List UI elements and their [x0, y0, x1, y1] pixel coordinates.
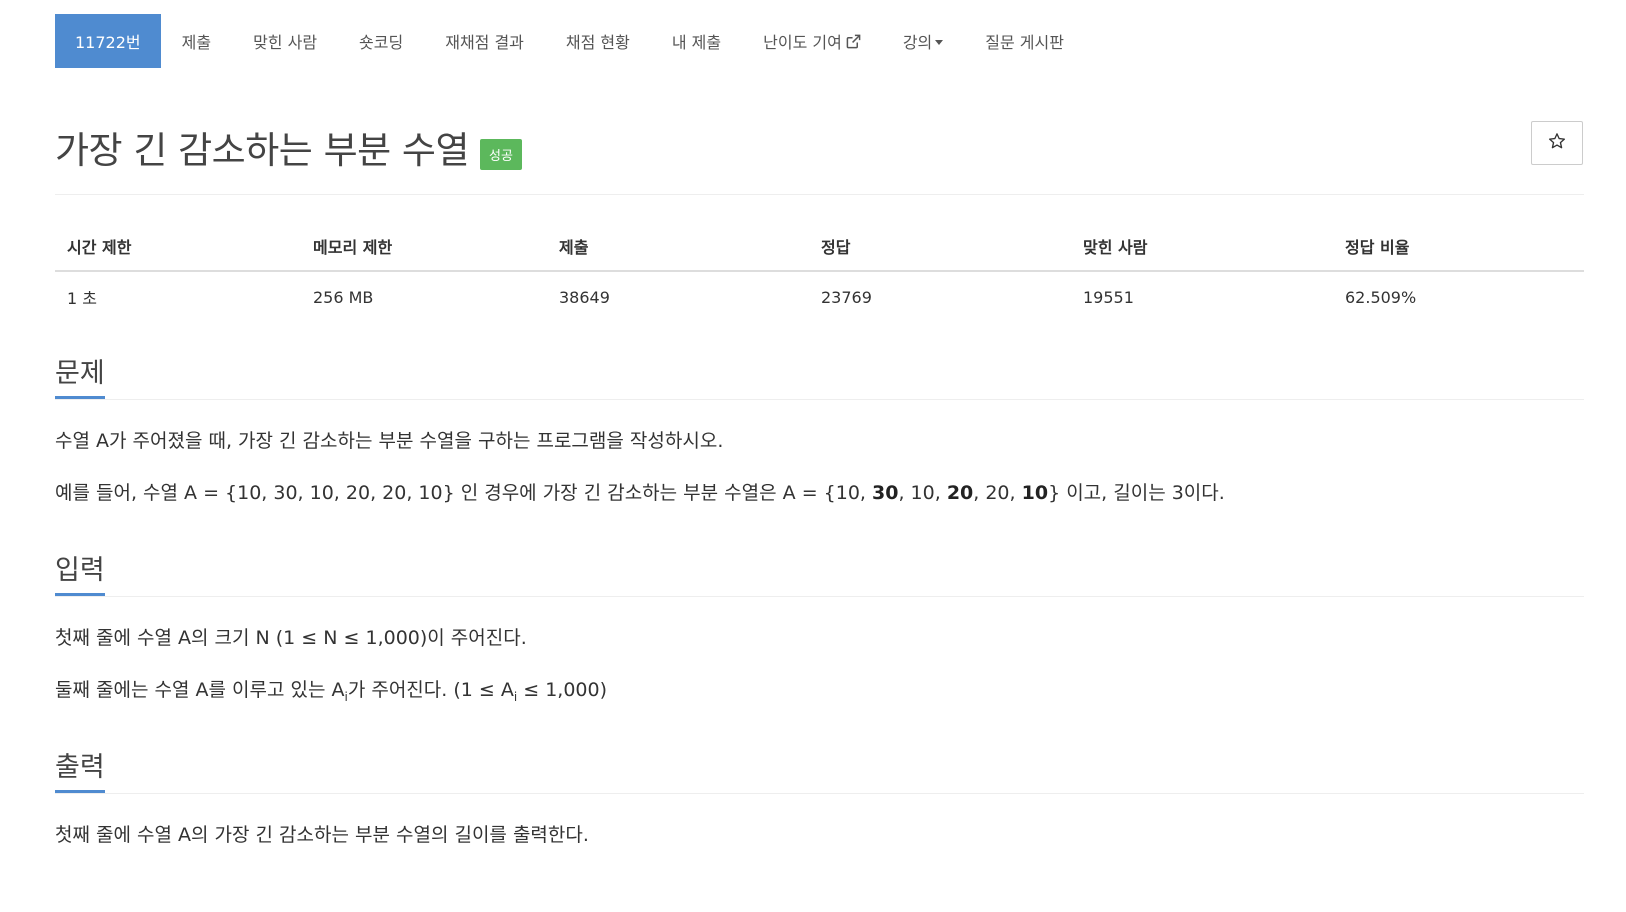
- page-title: 가장 긴 감소하는 부분 수열: [55, 129, 469, 172]
- problem-info-table: 시간 제한 메모리 제한 제출 정답 맞힌 사람 정답 비율 1 초 256 M…: [55, 224, 1584, 319]
- star-icon: [1548, 132, 1566, 154]
- header-memory-limit: 메모리 제한: [301, 224, 547, 272]
- accept-ratio-value: 62.509%: [1345, 287, 1417, 307]
- nav-submit[interactable]: 제출: [161, 14, 232, 68]
- problem-example-sep-1: , 10,: [898, 482, 947, 504]
- input-section-title: 입력: [55, 556, 105, 596]
- bold-value-10: 10: [1021, 482, 1049, 504]
- nav-question-board[interactable]: 질문 게시판: [964, 14, 1085, 68]
- input-line2-part-a: 둘째 줄에는 수열 A를 이루고 있는 A: [55, 679, 345, 701]
- problem-section-header: 문제: [55, 349, 1584, 400]
- problem-description-line-2: 예를 들어, 수열 A = {10, 30, 10, 20, 20, 10} 인…: [55, 481, 1225, 505]
- table-row: 1 초 256 MB 38649 23769 19551 62.509%: [55, 271, 1584, 319]
- nav-solved-users[interactable]: 맞힌 사람: [232, 14, 338, 68]
- output-section-title: 출력: [55, 753, 105, 793]
- header-solved-users: 맞힌 사람: [1071, 224, 1333, 272]
- nav-rejudge-results[interactable]: 재채점 결과: [424, 14, 545, 68]
- nav-problem-id[interactable]: 11722번: [55, 14, 161, 68]
- nav-difficulty-contribution[interactable]: 난이도 기여: [742, 14, 882, 68]
- problem-example-prefix: 예를 들어, 수열 A = {10, 30, 10, 20, 20, 10} 인…: [55, 482, 873, 504]
- bold-value-30: 30: [872, 482, 899, 504]
- caret-down-icon: [935, 39, 944, 45]
- input-line2-part-b: 가 주어진다. (1 ≤ A: [347, 679, 514, 701]
- external-link-icon: [846, 34, 861, 49]
- input-description-line-2: 둘째 줄에는 수열 A를 이루고 있는 Ai가 주어진다. (1 ≤ Ai ≤ …: [55, 678, 607, 709]
- favorite-button[interactable]: [1531, 121, 1583, 165]
- bold-value-20: 20: [946, 482, 974, 504]
- header-submissions: 제출: [547, 224, 809, 272]
- problem-section-title: 문제: [55, 359, 105, 399]
- nav-my-submissions[interactable]: 내 제출: [651, 14, 742, 68]
- nav-judge-status[interactable]: 채점 현황: [545, 14, 651, 68]
- table-header-row: 시간 제한 메모리 제한 제출 정답 맞힌 사람 정답 비율: [55, 224, 1584, 272]
- problem-description-line-1: 수열 A가 주어졌을 때, 가장 긴 감소하는 부분 수열을 구하는 프로그램을…: [55, 430, 724, 452]
- problem-example-sep-2: , 20,: [973, 482, 1022, 504]
- problem-example-suffix: } 이고, 길이는 3이다.: [1048, 482, 1225, 504]
- nav-difficulty-label: 난이도 기여: [763, 33, 842, 52]
- problem-nav: 11722번 제출 맞힌 사람 숏코딩 재채점 결과 채점 현황 내 제출 난이…: [55, 14, 1085, 68]
- status-badge: 성공: [479, 138, 522, 170]
- output-section: 출력 첫째 줄에 수열 A의 가장 긴 감소하는 부분 수열의 길이를 출력한다…: [55, 743, 1584, 863]
- input-section-header: 입력: [55, 546, 1584, 597]
- header-time-limit: 시간 제한: [55, 224, 301, 272]
- page: 11722번 제출 맞힌 사람 숏코딩 재채점 결과 채점 현황 내 제출 난이…: [0, 0, 1626, 912]
- solved-users-value: 19551: [1083, 287, 1134, 307]
- output-section-header: 출력: [55, 743, 1584, 794]
- input-line2-part-c: ≤ 1,000): [517, 679, 608, 701]
- header-accept-ratio: 정답 비율: [1333, 224, 1584, 272]
- output-description-line-1: 첫째 줄에 수열 A의 가장 긴 감소하는 부분 수열의 길이를 출력한다.: [55, 824, 589, 846]
- submissions-value: 38649: [559, 287, 610, 307]
- accepted-value: 23769: [821, 287, 872, 307]
- input-section: 입력 첫째 줄에 수열 A의 크기 N (1 ≤ N ≤ 1,000)이 주어진…: [55, 546, 1584, 716]
- nav-lecture-dropdown[interactable]: 강의: [882, 14, 964, 68]
- nav-short-coding[interactable]: 숏코딩: [338, 14, 424, 68]
- problem-title-row: 가장 긴 감소하는 부분 수열 성공: [55, 120, 522, 174]
- header-accepted: 정답: [809, 224, 1071, 272]
- input-description-line-1: 첫째 줄에 수열 A의 크기 N (1 ≤ N ≤ 1,000)이 주어진다.: [55, 627, 527, 649]
- time-limit-value: 1 초: [67, 289, 97, 308]
- title-divider: [55, 194, 1584, 195]
- nav-lecture-label: 강의: [902, 33, 933, 52]
- memory-limit-value: 256 MB: [313, 287, 374, 307]
- problem-section: 문제 수열 A가 주어졌을 때, 가장 긴 감소하는 부분 수열을 구하는 프로…: [55, 349, 1584, 519]
